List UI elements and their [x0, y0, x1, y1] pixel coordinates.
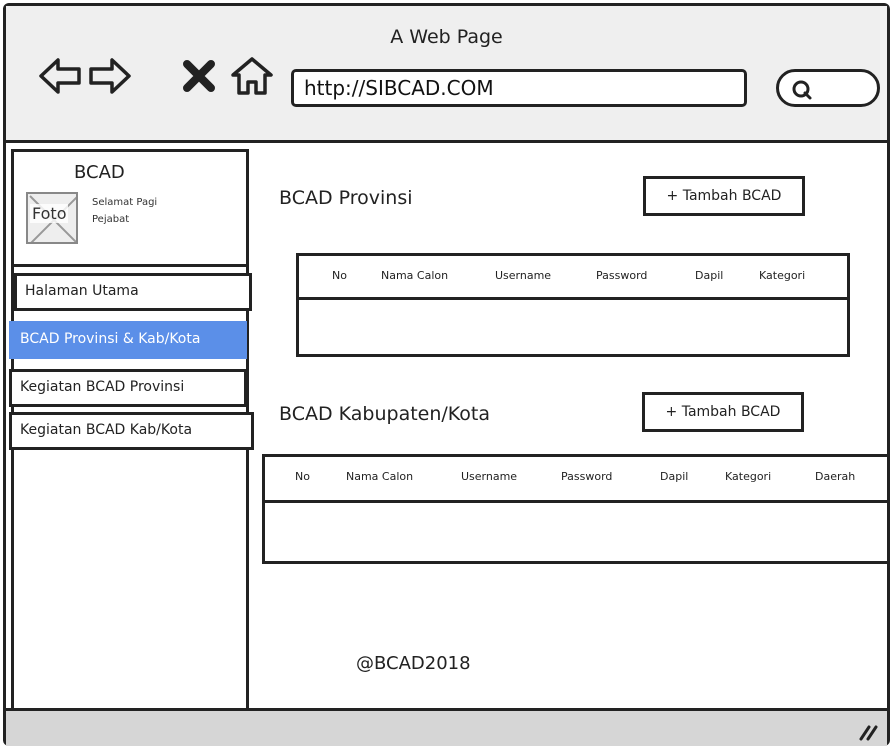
resize-grip-icon[interactable] — [857, 721, 879, 741]
greeting-line2: Pejabat — [92, 214, 130, 225]
brand-title: BCAD — [74, 162, 125, 183]
column-header: Kategori — [725, 470, 772, 483]
page-content: BCAD Foto Selamat Pagi Pejabat Halaman U… — [6, 143, 887, 712]
window-title: A Web Page — [390, 26, 503, 48]
sidebar-item-bcad-provinsi-kab-kota[interactable]: BCAD Provinsi & Kab/Kota — [9, 321, 247, 359]
column-header: Kategori — [759, 269, 806, 282]
provinsi-heading: BCAD Provinsi — [279, 187, 413, 209]
status-bar — [6, 708, 887, 746]
home-icon[interactable] — [230, 56, 274, 96]
column-header: Password — [596, 269, 648, 282]
column-header: Dapil — [660, 470, 689, 483]
column-header: Dapil — [695, 269, 724, 282]
profile-panel: BCAD Foto Selamat Pagi Pejabat — [14, 152, 246, 267]
browser-window: A Web Page http://SIBCAD.COM BCAD Foto S… — [3, 3, 890, 746]
column-header: Nama Calon — [346, 470, 414, 483]
browser-chrome: A Web Page http://SIBCAD.COM — [6, 6, 887, 140]
photo-label: Foto — [30, 204, 69, 223]
column-header: Username — [461, 470, 518, 483]
column-header: No — [332, 269, 347, 282]
column-header: No — [295, 470, 310, 483]
greeting-line1: Selamat Pagi — [92, 197, 158, 208]
sidebar: BCAD Foto Selamat Pagi Pejabat Halaman U… — [9, 149, 254, 712]
forward-icon[interactable] — [88, 56, 132, 96]
profile-photo: Foto — [26, 192, 78, 244]
provinsi-table-header: No Nama Calon Username Password Dapil Ka… — [299, 256, 847, 300]
sidebar-item-kegiatan-provinsi[interactable]: Kegiatan BCAD Provinsi — [9, 369, 247, 407]
sidebar-item-halaman-utama[interactable]: Halaman Utama — [14, 273, 252, 311]
back-icon[interactable] — [38, 56, 82, 96]
sidebar-item-kegiatan-kab-kota[interactable]: Kegiatan BCAD Kab/Kota — [9, 412, 254, 450]
footer-copyright: @BCAD2018 — [356, 653, 471, 674]
close-icon[interactable] — [182, 56, 216, 96]
main-panel: BCAD Provinsi + Tambah BCAD No Nama Calo… — [256, 143, 887, 708]
column-header: Nama Calon — [381, 269, 449, 282]
column-header: Daerah — [815, 470, 856, 483]
kabupaten-table-header: No Nama Calon Username Password Dapil Ka… — [265, 457, 887, 503]
search-input[interactable] — [776, 69, 880, 107]
column-header: Password — [561, 470, 613, 483]
column-header: Username — [495, 269, 552, 282]
greeting: Selamat Pagi Pejabat — [92, 194, 212, 228]
search-icon — [792, 80, 812, 100]
provinsi-table: No Nama Calon Username Password Dapil Ka… — [296, 253, 850, 357]
url-input[interactable]: http://SIBCAD.COM — [291, 69, 747, 107]
kabupaten-heading: BCAD Kabupaten/Kota — [279, 403, 491, 425]
add-bcad-kabupaten-button[interactable]: + Tambah BCAD — [642, 392, 804, 432]
kabupaten-table: No Nama Calon Username Password Dapil Ka… — [262, 454, 887, 564]
add-bcad-provinsi-button[interactable]: + Tambah BCAD — [643, 176, 805, 216]
